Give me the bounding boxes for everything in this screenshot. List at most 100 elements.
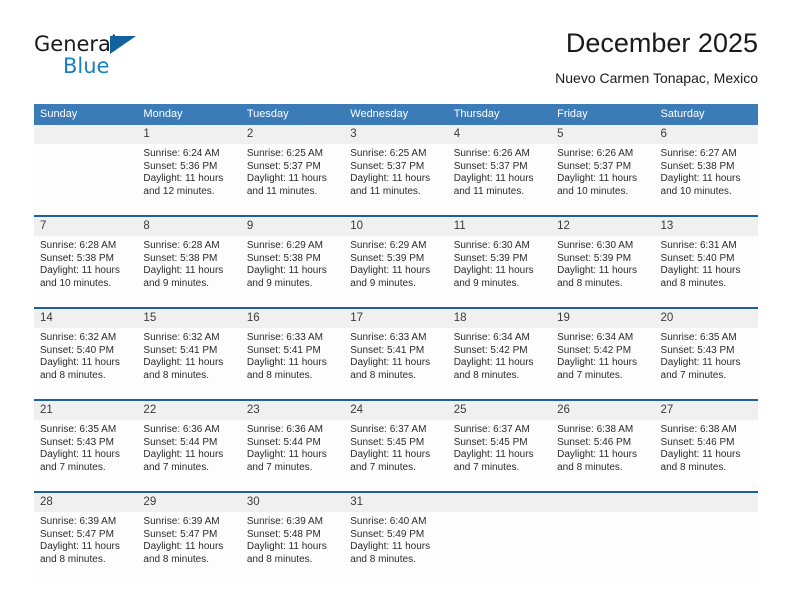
day-cell[interactable]: Sunrise: 6:36 AM Sunset: 5:44 PM Dayligh…	[137, 420, 240, 491]
day-cell[interactable]: Sunrise: 6:29 AM Sunset: 5:39 PM Dayligh…	[344, 236, 447, 307]
day-cell[interactable]: Sunrise: 6:38 AM Sunset: 5:46 PM Dayligh…	[551, 420, 654, 491]
day-cell[interactable]: Sunrise: 6:39 AM Sunset: 5:47 PM Dayligh…	[137, 512, 240, 583]
day-number[interactable]: 18	[448, 309, 551, 328]
sunrise-text: Sunrise: 6:28 AM	[143, 240, 220, 251]
day-number[interactable]: 25	[448, 401, 551, 420]
day-number[interactable]: 15	[137, 309, 240, 328]
day-cell[interactable]: Sunrise: 6:39 AM Sunset: 5:47 PM Dayligh…	[34, 512, 137, 583]
day-cell[interactable]	[551, 512, 654, 583]
day-number[interactable]: 29	[137, 493, 240, 512]
sunrise-text: Sunrise: 6:33 AM	[246, 332, 323, 343]
day-cell[interactable]: Sunrise: 6:34 AM Sunset: 5:42 PM Dayligh…	[551, 328, 654, 399]
generalblue-logo[interactable]: General Blue	[34, 32, 234, 88]
day-number[interactable]: 6	[655, 125, 758, 144]
weekday-header-row: Sunday Monday Tuesday Wednesday Thursday…	[34, 104, 758, 125]
day-number[interactable]: 20	[655, 309, 758, 328]
day-cell[interactable]: Sunrise: 6:28 AM Sunset: 5:38 PM Dayligh…	[34, 236, 137, 307]
day-cell[interactable]: Sunrise: 6:37 AM Sunset: 5:45 PM Dayligh…	[448, 420, 551, 491]
day-cell[interactable]: Sunrise: 6:25 AM Sunset: 5:37 PM Dayligh…	[241, 144, 344, 215]
day-number[interactable]: 13	[655, 217, 758, 236]
sunrise-text: Sunrise: 6:38 AM	[557, 424, 634, 435]
day-number[interactable]: 28	[34, 493, 137, 512]
daylight-text-line2: and 8 minutes.	[143, 553, 210, 565]
sunset-text: Sunset: 5:36 PM	[143, 160, 218, 172]
day-number[interactable]: 7	[34, 217, 137, 236]
day-number[interactable]: 11	[448, 217, 551, 236]
day-number[interactable]: 8	[137, 217, 240, 236]
sunset-text: Sunset: 5:43 PM	[40, 436, 114, 448]
day-cell[interactable]: Sunrise: 6:30 AM Sunset: 5:39 PM Dayligh…	[448, 236, 551, 307]
day-number[interactable]: 4	[448, 125, 551, 144]
day-cell[interactable]: Sunrise: 6:31 AM Sunset: 5:40 PM Dayligh…	[655, 236, 758, 307]
page-header: General Blue December 2025 Nuevo Carmen …	[0, 0, 792, 100]
day-number[interactable]: 9	[241, 217, 344, 236]
day-cell[interactable]: Sunrise: 6:33 AM Sunset: 5:41 PM Dayligh…	[344, 328, 447, 399]
day-number[interactable]: 30	[241, 493, 344, 512]
sunrise-text: Sunrise: 6:37 AM	[453, 424, 530, 435]
day-number[interactable]: 19	[551, 309, 654, 328]
day-cell[interactable]: Sunrise: 6:30 AM Sunset: 5:39 PM Dayligh…	[551, 236, 654, 307]
day-cell[interactable]: Sunrise: 6:34 AM Sunset: 5:42 PM Dayligh…	[448, 328, 551, 399]
calendar-grid: Sunday Monday Tuesday Wednesday Thursday…	[34, 104, 758, 583]
day-number[interactable]	[448, 493, 551, 512]
weekday-saturday: Saturday	[660, 108, 705, 120]
day-cell[interactable]: Sunrise: 6:37 AM Sunset: 5:45 PM Dayligh…	[344, 420, 447, 491]
daylight-text-line2: and 8 minutes.	[143, 369, 210, 381]
day-cell[interactable]: Sunrise: 6:29 AM Sunset: 5:38 PM Dayligh…	[241, 236, 344, 307]
day-number[interactable]	[34, 125, 137, 144]
day-cell[interactable]: Sunrise: 6:28 AM Sunset: 5:38 PM Dayligh…	[137, 236, 240, 307]
day-number[interactable]: 10	[344, 217, 447, 236]
day-cell[interactable]	[34, 144, 137, 215]
day-detail-row: Sunrise: 6:28 AM Sunset: 5:38 PM Dayligh…	[34, 236, 758, 307]
day-number[interactable]: 26	[551, 401, 654, 420]
daylight-text-line1: Daylight: 11 hours	[660, 357, 741, 369]
sunrise-text: Sunrise: 6:26 AM	[557, 148, 634, 159]
daylight-text-line1: Daylight: 11 hours	[350, 541, 431, 553]
day-cell[interactable]: Sunrise: 6:26 AM Sunset: 5:37 PM Dayligh…	[551, 144, 654, 215]
daylight-text-line1: Daylight: 11 hours	[350, 173, 431, 185]
day-number[interactable]	[655, 493, 758, 512]
day-number[interactable]	[551, 493, 654, 512]
day-cell[interactable]: Sunrise: 6:35 AM Sunset: 5:43 PM Dayligh…	[655, 328, 758, 399]
day-number[interactable]: 14	[34, 309, 137, 328]
day-number[interactable]: 5	[551, 125, 654, 144]
day-cell[interactable]: Sunrise: 6:40 AM Sunset: 5:49 PM Dayligh…	[344, 512, 447, 583]
day-cell[interactable]: Sunrise: 6:35 AM Sunset: 5:43 PM Dayligh…	[34, 420, 137, 491]
day-cell[interactable]: Sunrise: 6:33 AM Sunset: 5:41 PM Dayligh…	[241, 328, 344, 399]
day-cell[interactable]: Sunrise: 6:26 AM Sunset: 5:37 PM Dayligh…	[448, 144, 551, 215]
day-number[interactable]: 12	[551, 217, 654, 236]
weekday-wednesday: Wednesday	[350, 108, 409, 120]
weekday-monday: Monday	[143, 108, 183, 120]
day-cell[interactable]: Sunrise: 6:36 AM Sunset: 5:44 PM Dayligh…	[241, 420, 344, 491]
day-number[interactable]: 21	[34, 401, 137, 420]
day-number[interactable]: 2	[241, 125, 344, 144]
daylight-text-line1: Daylight: 11 hours	[453, 265, 534, 277]
day-cell[interactable]: Sunrise: 6:32 AM Sunset: 5:40 PM Dayligh…	[34, 328, 137, 399]
daylight-text-line2: and 8 minutes.	[246, 369, 313, 381]
day-number[interactable]: 17	[344, 309, 447, 328]
sunrise-text: Sunrise: 6:24 AM	[143, 148, 220, 159]
day-cell[interactable]	[655, 512, 758, 583]
day-number[interactable]: 22	[137, 401, 240, 420]
day-number[interactable]: 1	[137, 125, 240, 144]
day-cell[interactable]: Sunrise: 6:38 AM Sunset: 5:46 PM Dayligh…	[655, 420, 758, 491]
sunrise-text: Sunrise: 6:34 AM	[453, 332, 530, 343]
day-number[interactable]: 31	[344, 493, 447, 512]
day-number-row: 7 8 9 10 11 12 13	[34, 217, 758, 236]
day-cell[interactable]: Sunrise: 6:25 AM Sunset: 5:37 PM Dayligh…	[344, 144, 447, 215]
day-cell[interactable]	[448, 512, 551, 583]
day-number[interactable]: 3	[344, 125, 447, 144]
day-cell[interactable]: Sunrise: 6:27 AM Sunset: 5:38 PM Dayligh…	[655, 144, 758, 215]
day-cell[interactable]: Sunrise: 6:24 AM Sunset: 5:36 PM Dayligh…	[137, 144, 240, 215]
day-number[interactable]: 24	[344, 401, 447, 420]
day-number[interactable]: 16	[241, 309, 344, 328]
day-number[interactable]: 23	[241, 401, 344, 420]
day-number[interactable]: 27	[655, 401, 758, 420]
sunset-text: Sunset: 5:41 PM	[350, 344, 425, 356]
day-cell[interactable]: Sunrise: 6:32 AM Sunset: 5:41 PM Dayligh…	[137, 328, 240, 399]
title-block: December 2025 Nuevo Carmen Tonapac, Mexi…	[555, 26, 758, 87]
sunrise-text: Sunrise: 6:33 AM	[350, 332, 427, 343]
daylight-text-line2: and 11 minutes.	[246, 185, 318, 197]
daylight-text-line2: and 7 minutes.	[660, 369, 727, 381]
day-cell[interactable]: Sunrise: 6:39 AM Sunset: 5:48 PM Dayligh…	[241, 512, 344, 583]
